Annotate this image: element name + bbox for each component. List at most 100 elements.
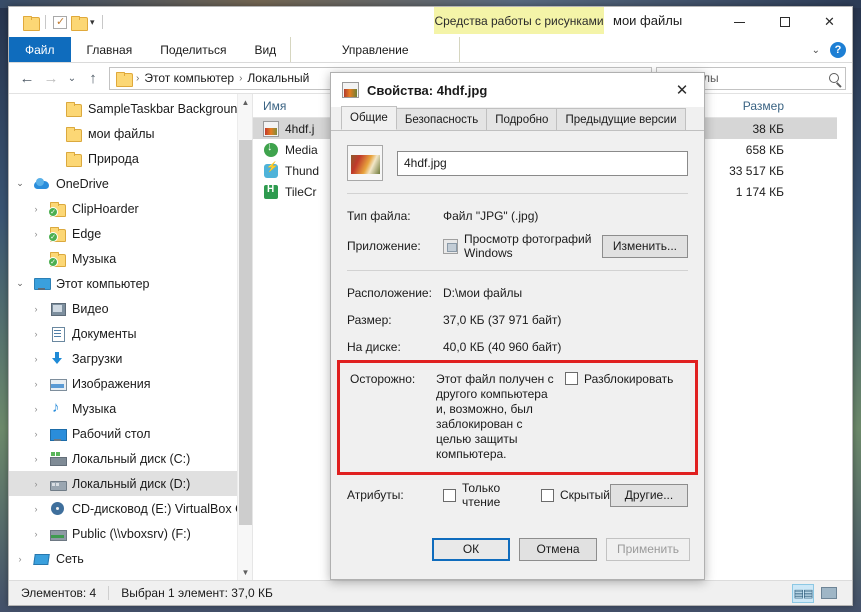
breadcrumb-separator-0: › — [136, 72, 140, 84]
tree-item-5[interactable]: › ✓ Edge — [9, 221, 252, 246]
tree-expander-7[interactable]: ⌄ — [13, 278, 27, 289]
folder-sync-icon: ✓ — [48, 251, 66, 267]
filename-input[interactable]: 4hdf.jpg — [397, 150, 688, 176]
list-view-button[interactable]: ▤▤ — [792, 583, 814, 603]
file-name-text: 4hdf.j — [285, 121, 315, 136]
ok-button[interactable]: ОК — [431, 537, 510, 561]
tree-expander-13[interactable]: › — [29, 429, 43, 439]
tree-expander-3[interactable]: ⌄ — [13, 178, 27, 189]
nav-scroll-down-arrow[interactable]: ▼ — [238, 564, 252, 580]
cancel-button[interactable]: Отмена — [518, 537, 597, 561]
tree-expander-16[interactable]: › — [29, 504, 43, 514]
unblock-checkbox[interactable] — [565, 372, 578, 385]
nav-scroll-thumb[interactable] — [239, 140, 252, 525]
tree-item-6[interactable]: ✓ Музыка — [9, 246, 252, 271]
tree-expander-12[interactable]: › — [29, 404, 43, 414]
tree-expander-17[interactable]: › — [29, 529, 43, 539]
advanced-attributes-button[interactable]: Другие... — [610, 483, 688, 507]
tree-expander-15[interactable]: › — [29, 479, 43, 489]
tab-file[interactable]: Файл — [9, 37, 71, 62]
breadcrumb-item-drive[interactable]: Локальный — [247, 71, 309, 85]
row-opens-with: Приложение: Просмотр фотографий Windows … — [347, 232, 688, 260]
label-location: Расположение: — [347, 285, 432, 300]
nav-scrollbar[interactable]: ▲ ▼ — [237, 94, 252, 580]
maximize-button[interactable] — [762, 7, 807, 37]
tree-expander-11[interactable]: › — [29, 379, 43, 389]
tree-item-label: Edge — [72, 226, 102, 241]
tree-item-13[interactable]: › Рабочий стол — [9, 421, 252, 446]
minimize-button[interactable] — [717, 7, 762, 37]
tree-item-10[interactable]: › Загрузки — [9, 346, 252, 371]
tree-item-3[interactable]: ⌄ OneDrive — [9, 171, 252, 196]
attributes-group: Только чтение Скрытый — [443, 481, 610, 509]
apply-button[interactable]: Применить — [605, 537, 690, 561]
tree-item-15[interactable]: › Локальный диск (D:) — [9, 471, 252, 496]
up-button[interactable]: ↑ — [81, 66, 105, 90]
tab-details[interactable]: Подробно — [486, 108, 558, 130]
tab-general[interactable]: Общие — [341, 106, 397, 130]
tree-item-0[interactable]: SampleTaskbar Backgrounds — [9, 96, 252, 121]
sync-status-icon: ✓ — [48, 256, 58, 267]
back-button[interactable]: ← — [15, 66, 39, 90]
qat-divider-2 — [101, 15, 103, 29]
breadcrumb-separator-1: › — [239, 72, 243, 84]
tree-item-7[interactable]: ⌄ Этот компьютер — [9, 271, 252, 296]
readonly-checkbox[interactable] — [443, 488, 456, 502]
dialog-tab-strip: Общие Безопасность Подробно Предыдущие в… — [331, 106, 704, 131]
chevron-down-icon[interactable]: ▾ — [90, 17, 95, 27]
tree-expander-18[interactable]: › — [13, 554, 27, 564]
tree-expander-10[interactable]: › — [29, 354, 43, 364]
jpg-file-icon — [342, 82, 359, 98]
content-scrollbar[interactable] — [837, 94, 852, 580]
tree-expander-8[interactable]: › — [29, 304, 43, 314]
close-button[interactable]: ✕ — [807, 7, 852, 37]
unblock-checkbox-row[interactable]: Разблокировать — [565, 372, 685, 462]
tree-item-8[interactable]: › Видео — [9, 296, 252, 321]
tree-item-2[interactable]: Природа — [9, 146, 252, 171]
tree-item-12[interactable]: › Музыка — [9, 396, 252, 421]
tab-home[interactable]: Главная — [73, 37, 147, 62]
hidden-checkbox[interactable] — [540, 488, 554, 502]
tree-expander-5[interactable]: › — [29, 229, 43, 239]
properties-quick-icon[interactable] — [53, 15, 67, 29]
hidden-checkbox-row[interactable]: Скрытый — [540, 488, 610, 502]
tree-item-label: ClipHoarder — [72, 201, 139, 216]
tree-expander-9[interactable]: › — [29, 329, 43, 339]
breadcrumb-item-computer[interactable]: Этот компьютер — [144, 71, 234, 85]
forward-button[interactable]: → — [39, 66, 63, 90]
nav-scroll-up-arrow[interactable]: ▲ — [238, 94, 252, 110]
dialog-close-button[interactable]: ✕ — [660, 73, 704, 107]
tree-item-4[interactable]: › ✓ ClipHoarder — [9, 196, 252, 221]
list-view-icon: ▤▤ — [793, 587, 814, 600]
tree-item-1[interactable]: мои файлы — [9, 121, 252, 146]
tree-item-17[interactable]: › Public (\\vboxsrv) (F:) — [9, 521, 252, 546]
tab-share[interactable]: Поделиться — [146, 37, 240, 62]
tree-item-9[interactable]: › Документы — [9, 321, 252, 346]
view-mode-buttons: ▤▤ — [792, 583, 840, 603]
tree-item-11[interactable]: › Изображения — [9, 371, 252, 396]
tile-view-button[interactable] — [818, 584, 840, 603]
tree-item-label: Документы — [72, 326, 137, 341]
tree-item-label: Видео — [72, 301, 109, 316]
tree-item-18[interactable]: › Сеть — [9, 546, 252, 571]
folder-sync-icon: ✓ — [48, 226, 66, 242]
label-opens-with: Приложение: — [347, 239, 421, 253]
tree-expander-4[interactable]: › — [29, 204, 43, 214]
tab-security[interactable]: Безопасность — [395, 108, 488, 130]
readonly-label: Только чтение — [462, 481, 501, 509]
readonly-checkbox-row[interactable]: Только чтение — [443, 481, 517, 509]
search-icon[interactable] — [829, 73, 839, 83]
change-app-button[interactable]: Изменить... — [601, 234, 688, 258]
help-icon[interactable]: ? — [830, 42, 846, 58]
tab-manage[interactable]: Управление — [290, 37, 461, 62]
new-folder-quick-icon[interactable] — [71, 15, 88, 31]
tab-previous-versions[interactable]: Предыдущие версии — [556, 108, 686, 130]
tab-view[interactable]: Вид — [240, 37, 290, 62]
chevron-down-icon-ribbon[interactable]: ⌄ — [812, 45, 820, 56]
tree-expander-14[interactable]: › — [29, 454, 43, 464]
warning-text: Этот файл получен с другого компьютера и… — [436, 372, 554, 461]
tree-item-14[interactable]: › Локальный диск (C:) — [9, 446, 252, 471]
quick-access-toolbar[interactable]: ▾ — [9, 7, 114, 37]
recent-locations-button[interactable]: ⌄ — [63, 66, 81, 90]
tree-item-16[interactable]: › CD-дисковод (E:) VirtualBox Gues — [9, 496, 252, 521]
